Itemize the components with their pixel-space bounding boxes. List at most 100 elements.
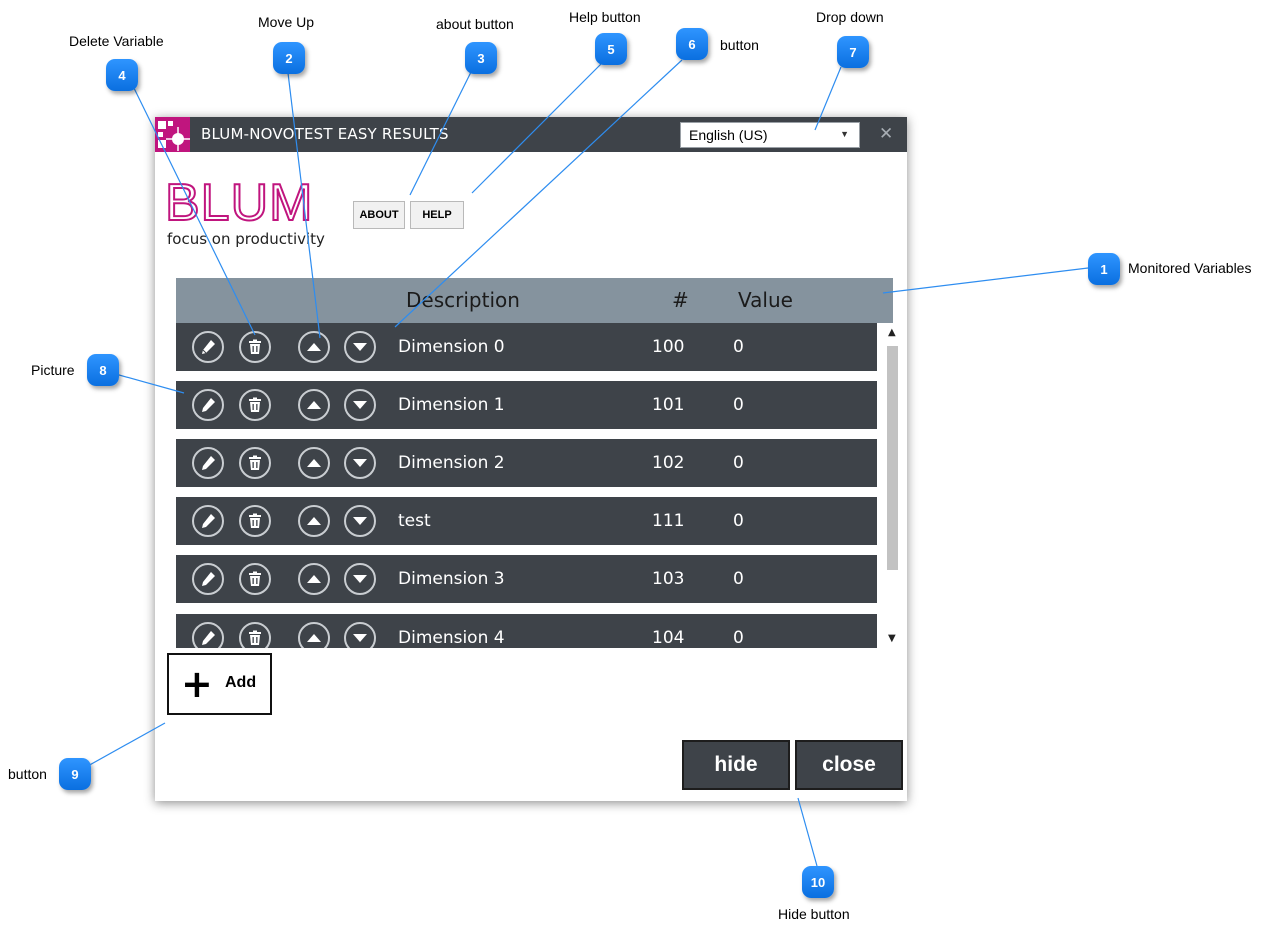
callout-label-6: button — [720, 37, 759, 53]
table-row: Dimension 0 100 0 — [176, 323, 877, 371]
dropdown-arrow-icon: ▼ — [840, 129, 849, 139]
callout-label-3: about button — [436, 16, 514, 32]
callout-label-7: Drop down — [816, 9, 884, 25]
arrow-up-icon — [307, 343, 321, 351]
row-value: 0 — [733, 453, 744, 473]
column-header-value: Value — [738, 288, 793, 312]
row-description: Dimension 4 — [398, 628, 505, 648]
callout-label-2: Move Up — [258, 14, 315, 30]
row-number: 102 — [652, 453, 685, 473]
delete-variable-button[interactable] — [239, 389, 271, 421]
move-down-button[interactable] — [344, 389, 376, 421]
edit-button[interactable] — [192, 331, 224, 363]
trash-icon — [249, 513, 261, 528]
callout-badge-10: 10 — [802, 866, 834, 898]
blum-logo: BLUM — [164, 174, 314, 232]
move-down-button[interactable] — [344, 505, 376, 537]
brand-tagline: focus on productivity — [167, 230, 325, 248]
column-header-description: Description — [406, 288, 520, 312]
move-up-button[interactable] — [298, 447, 330, 479]
move-up-button[interactable] — [298, 331, 330, 363]
row-description: Dimension 3 — [398, 569, 505, 589]
table-row: test 111 0 — [176, 497, 877, 545]
arrow-up-icon — [307, 401, 321, 409]
arrow-up-icon — [307, 459, 321, 467]
callout-badge-6: 6 — [676, 28, 708, 60]
delete-variable-button[interactable] — [239, 331, 271, 363]
row-description: test — [398, 511, 431, 531]
edit-button[interactable] — [192, 447, 224, 479]
variables-list: Dimension 0 100 0 Dimension 1 101 0 Dime… — [176, 323, 878, 648]
trash-icon — [249, 630, 261, 645]
move-down-button[interactable] — [344, 622, 376, 648]
arrow-up-icon — [307, 575, 321, 583]
help-button[interactable]: HELP — [410, 201, 464, 229]
delete-variable-button[interactable] — [239, 563, 271, 595]
monitored-variables-header: Description # Value — [176, 278, 893, 323]
scrollbar-thumb[interactable] — [887, 346, 898, 570]
arrow-down-icon — [353, 343, 367, 351]
table-row: Dimension 2 102 0 — [176, 439, 877, 487]
arrow-down-icon — [353, 459, 367, 467]
callout-label-4: Delete Variable — [69, 33, 164, 49]
pencil-icon — [202, 456, 215, 470]
row-description: Dimension 1 — [398, 395, 505, 415]
callout-badge-7: 7 — [837, 36, 869, 68]
callout-badge-8: 8 — [87, 354, 119, 386]
edit-button[interactable] — [192, 389, 224, 421]
title-bar: BLUM-NOVOTEST EASY RESULTS English (US) … — [155, 117, 907, 152]
move-down-button[interactable] — [344, 331, 376, 363]
language-selected-value: English (US) — [689, 127, 768, 143]
move-up-button[interactable] — [298, 563, 330, 595]
row-number: 111 — [652, 511, 685, 531]
scroll-up-arrow-icon[interactable]: ▲ — [888, 327, 896, 338]
arrow-up-icon — [307, 634, 321, 642]
arrow-down-icon — [353, 517, 367, 525]
row-value: 0 — [733, 628, 744, 648]
window-close-icon[interactable]: ✕ — [879, 124, 893, 144]
add-button-label: Add — [225, 674, 257, 691]
hide-button[interactable]: hide — [682, 740, 790, 790]
pencil-icon — [202, 514, 215, 528]
move-up-button[interactable] — [298, 505, 330, 537]
row-value: 0 — [733, 395, 744, 415]
edit-button[interactable] — [192, 622, 224, 648]
close-button[interactable]: close — [795, 740, 903, 790]
delete-variable-button[interactable] — [239, 505, 271, 537]
callout-label-5: Help button — [569, 9, 641, 25]
trash-icon — [249, 455, 261, 470]
edit-button[interactable] — [192, 505, 224, 537]
row-description: Dimension 0 — [398, 337, 505, 357]
move-down-button[interactable] — [344, 447, 376, 479]
delete-variable-button[interactable] — [239, 622, 271, 648]
add-variable-button[interactable]: + Add — [167, 653, 272, 715]
app-window: BLUM-NOVOTEST EASY RESULTS English (US) … — [155, 117, 907, 801]
vertical-scrollbar[interactable]: ▲ ▼ — [885, 327, 899, 647]
pencil-icon — [202, 398, 215, 412]
row-number: 104 — [652, 628, 685, 648]
callout-badge-2: 2 — [273, 42, 305, 74]
move-down-button[interactable] — [344, 563, 376, 595]
trash-icon — [249, 339, 261, 354]
move-up-button[interactable] — [298, 622, 330, 648]
callout-label-8: Picture — [31, 362, 75, 378]
table-row: Dimension 3 103 0 — [176, 555, 877, 603]
window-title: BLUM-NOVOTEST EASY RESULTS — [201, 125, 449, 143]
arrow-up-icon — [307, 517, 321, 525]
row-value: 0 — [733, 337, 744, 357]
scroll-down-arrow-icon[interactable]: ▼ — [888, 633, 896, 644]
callout-label-10: Hide button — [778, 906, 850, 922]
app-logo-icon — [155, 117, 190, 152]
move-up-button[interactable] — [298, 389, 330, 421]
column-header-number: # — [672, 288, 689, 312]
edit-button[interactable] — [192, 563, 224, 595]
callout-badge-9: 9 — [59, 758, 91, 790]
table-row: Dimension 4 104 0 — [176, 614, 877, 648]
row-number: 100 — [652, 337, 685, 357]
trash-icon — [249, 397, 261, 412]
arrow-down-icon — [353, 575, 367, 583]
language-dropdown[interactable]: English (US) ▼ — [680, 122, 860, 148]
arrow-down-icon — [353, 401, 367, 409]
delete-variable-button[interactable] — [239, 447, 271, 479]
about-button[interactable]: ABOUT — [353, 201, 405, 229]
